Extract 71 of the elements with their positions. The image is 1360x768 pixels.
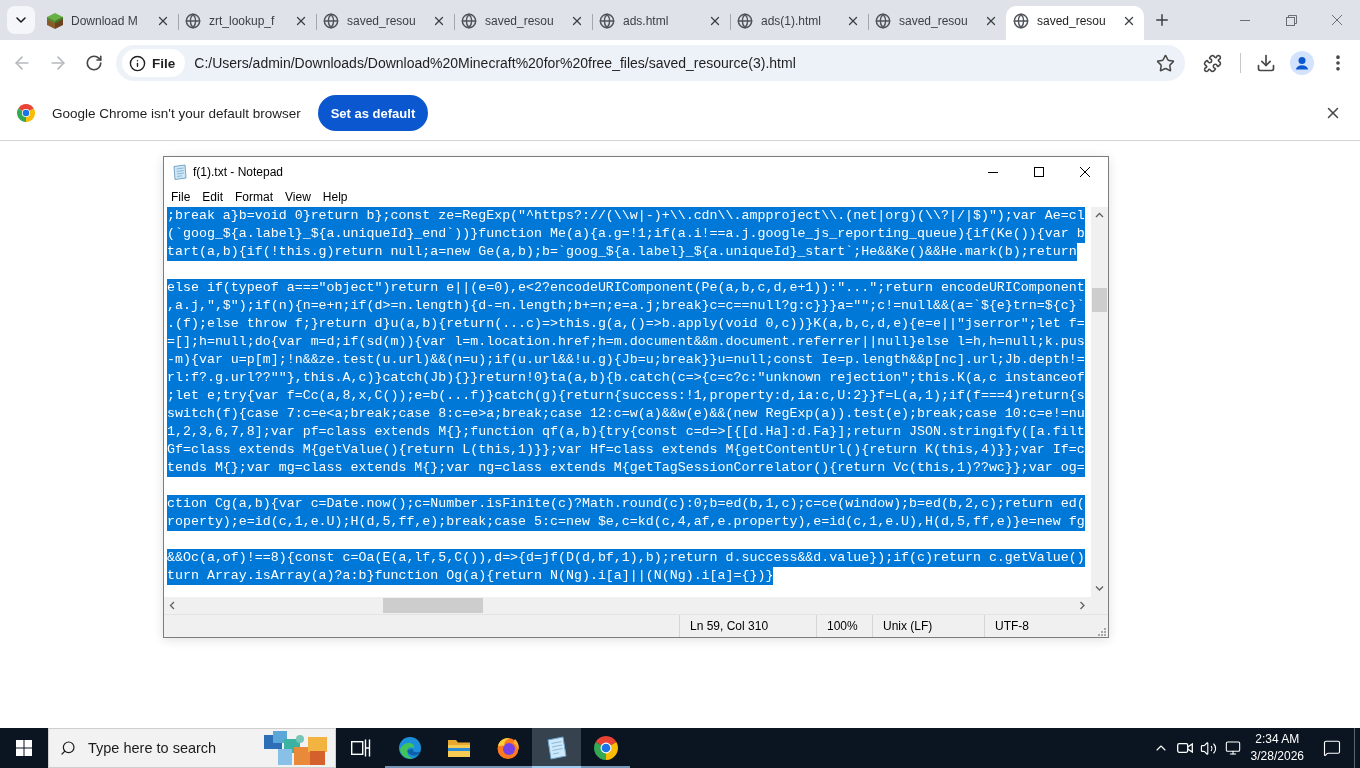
status-text: 100% (827, 619, 858, 633)
globe-icon (737, 12, 753, 29)
chat-bubble-icon[interactable] (1323, 739, 1341, 757)
resize-grip-icon[interactable] (1097, 627, 1106, 636)
restore-icon[interactable] (1285, 14, 1297, 26)
vertical-scrollbar[interactable] (1091, 207, 1108, 597)
tab[interactable]: Download M (40, 6, 178, 40)
video-camera-icon[interactable] (1176, 741, 1193, 755)
horizontal-scrollbar[interactable] (164, 597, 1091, 614)
bookmark-star-icon[interactable] (1156, 53, 1175, 73)
extensions-icon[interactable] (1202, 53, 1222, 73)
globe-icon (599, 12, 615, 29)
status-text: Ln 59, Col 310 (690, 619, 769, 633)
grass-block-icon (47, 12, 63, 29)
window-title: f(1).txt - Notepad (193, 165, 284, 179)
minimize-icon[interactable] (988, 171, 998, 173)
tab[interactable]: saved_resou (454, 6, 592, 40)
tab[interactable]: ads.html (592, 6, 730, 40)
speaker-icon[interactable] (1200, 739, 1218, 757)
search-icon (60, 740, 76, 756)
task-view-icon[interactable] (350, 739, 371, 757)
taskbar-app-button[interactable] (532, 728, 581, 768)
globe-icon (1013, 12, 1029, 29)
scroll-down-icon[interactable] (1095, 585, 1104, 592)
address-bar[interactable]: File C:/Users/admin/Downloads/Download%20Minecraft%20for%20free_files/saved_resource(3).html (116, 45, 1185, 81)
status-text: UTF-8 (995, 619, 1029, 633)
wave-logo-icon (397, 736, 422, 760)
tab-search-button[interactable] (7, 6, 35, 34)
page-info-button[interactable]: File (122, 49, 186, 77)
globe-icon (323, 12, 339, 29)
tab[interactable]: zrt_lookup_f (178, 6, 316, 40)
search-box[interactable]: Type here to search (48, 728, 336, 768)
flame-logo-icon (495, 736, 520, 760)
monitor-icon[interactable] (1224, 740, 1241, 756)
menu-item[interactable]: File (165, 187, 197, 207)
infobar-message: Google Chrome isn't your default browser (52, 105, 301, 121)
status-text: Unix (LF) (883, 619, 933, 633)
tab[interactable]: saved_resou (868, 6, 1006, 40)
scrollbar-thumb[interactable] (1092, 288, 1107, 312)
new-tab-icon[interactable] (1153, 11, 1171, 29)
maximize-icon[interactable] (1034, 167, 1044, 177)
scroll-up-icon[interactable] (1095, 212, 1104, 219)
info-icon (129, 54, 146, 72)
reload-icon[interactable] (85, 54, 103, 72)
scroll-left-icon[interactable] (169, 601, 176, 610)
tab[interactable]: saved_resou (316, 6, 454, 40)
download-icon[interactable] (1256, 53, 1276, 73)
windows-logo-icon (16, 740, 32, 756)
tab[interactable]: ads(1).html (730, 6, 868, 40)
menu-item[interactable]: View (279, 187, 317, 207)
scrollbar-thumb[interactable] (383, 598, 483, 613)
puzzle-image (264, 731, 327, 765)
browser-logo-icon (593, 736, 618, 760)
notepad-icon (545, 736, 568, 760)
globe-icon (875, 12, 891, 29)
search-input[interactable]: Type here to search (88, 740, 238, 756)
folder-icon (446, 738, 471, 758)
tab[interactable]: saved_resou (1006, 6, 1144, 40)
notepad-icon (172, 164, 188, 180)
globe-icon (461, 12, 477, 29)
menu-item[interactable]: Format (229, 187, 280, 207)
avatar-icon[interactable] (1290, 51, 1314, 75)
scroll-right-icon[interactable] (1079, 601, 1086, 610)
menu-item[interactable]: Edit (196, 187, 230, 207)
close-icon[interactable] (1080, 167, 1090, 177)
clock-date[interactable]: 3/28/2026 (1250, 748, 1304, 765)
menu-item[interactable]: Help (316, 187, 354, 207)
globe-icon (185, 12, 201, 29)
clock-time[interactable]: 2:34 AM (1255, 731, 1300, 748)
set-default-button[interactable]: Set as default (317, 95, 429, 131)
browser-logo-icon (17, 104, 35, 122)
